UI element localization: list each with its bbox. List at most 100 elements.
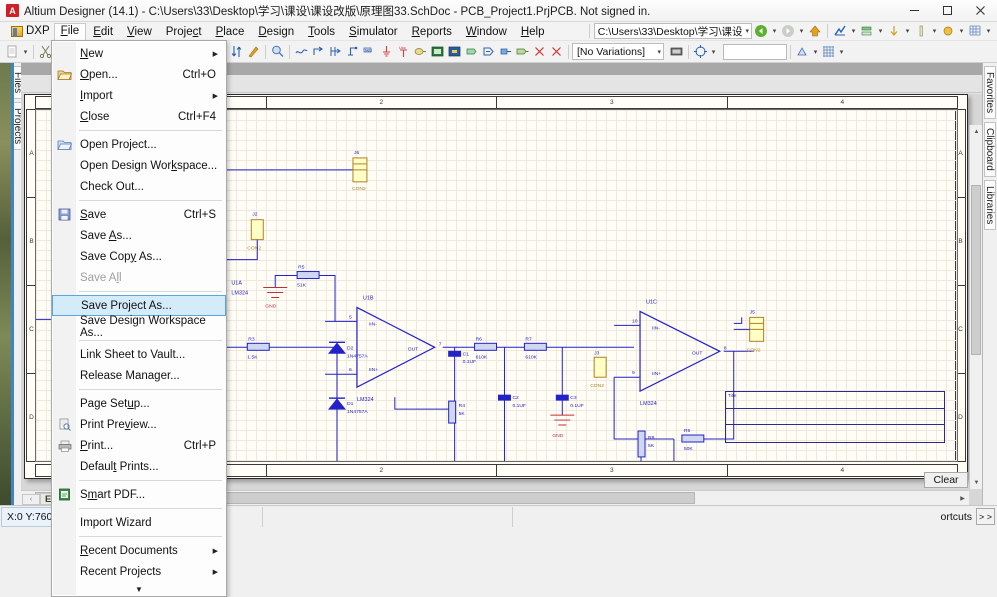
file-dropdown-menu[interactable]: New▶Open...Ctrl+OImport▶CloseCtrl+F4 Open…	[51, 40, 227, 597]
up-one-level-icon[interactable]	[807, 23, 823, 39]
menu-help[interactable]: Help	[514, 24, 552, 41]
vertical-scroll-thumb[interactable]	[971, 185, 981, 355]
right-tab-libraries[interactable]: Libraries	[984, 180, 996, 230]
place-wire-icon[interactable]	[293, 43, 310, 61]
menu-recent-documents[interactable]: Recent Documents▶	[52, 540, 226, 561]
no-erc-x-icon[interactable]	[531, 43, 548, 61]
scroll-up-icon[interactable]: ▲	[970, 125, 982, 138]
annotate-icon[interactable]	[245, 43, 262, 61]
grid-toggle-icon[interactable]	[820, 43, 837, 61]
place-gnd-icon[interactable]	[378, 43, 395, 61]
place-netlabel2-icon[interactable]: Net1	[361, 43, 378, 61]
project-path-combo[interactable]: C:\Users\33\Desktop\学习\课设 ▾	[594, 23, 752, 39]
menu-release-manager[interactable]: Release Manager...	[52, 365, 226, 386]
menu-reports[interactable]: Reports	[405, 24, 459, 41]
menu-import[interactable]: Import▶	[52, 85, 226, 106]
menu-tools[interactable]: Tools	[301, 24, 342, 41]
place-port-icon[interactable]	[463, 43, 480, 61]
menu-open[interactable]: Open...Ctrl+O	[52, 64, 226, 85]
chevron-down-icon[interactable]: ▾	[984, 23, 993, 39]
vertical-scrollbar[interactable]: ▲ ▼	[969, 125, 982, 489]
place-netlabel-icon[interactable]	[344, 43, 361, 61]
chevron-down-icon[interactable]: ▾	[811, 44, 820, 60]
menu-smart-pdf[interactable]: Smart PDF...	[52, 484, 226, 505]
search-input[interactable]	[723, 44, 787, 60]
menu-close[interactable]: CloseCtrl+F4	[52, 106, 226, 127]
forward-dropdown-icon[interactable]: ▾	[797, 23, 806, 39]
menu-print-preview[interactable]: Print Preview...	[52, 414, 226, 435]
scroll-right-icon[interactable]: ▶	[956, 492, 969, 505]
menu-scroll-down-icon[interactable]: ▼	[52, 582, 226, 596]
chevron-down-icon[interactable]: ▾	[21, 44, 30, 60]
chevron-down-icon[interactable]: ▾	[849, 23, 858, 39]
place-bus-entry-icon[interactable]	[327, 43, 344, 61]
menu-edit[interactable]: Edit	[86, 24, 120, 41]
place-device-sheet-icon[interactable]	[480, 43, 497, 61]
shortcuts-expand-button[interactable]: > >	[976, 508, 995, 525]
grid-icon[interactable]	[967, 23, 983, 39]
config-icon[interactable]	[794, 43, 811, 61]
forward-icon[interactable]	[780, 23, 796, 39]
menu-save-design-workspace-as[interactable]: Save Design Workspace As...	[52, 316, 226, 337]
variations-combo[interactable]: [No Variations] ▾	[572, 43, 664, 60]
menu-project[interactable]: Project	[159, 24, 209, 41]
chevron-down-icon[interactable]: ▾	[709, 44, 718, 60]
menu-save-copy-as[interactable]: Save Copy As...	[52, 246, 226, 267]
maximize-button[interactable]	[931, 0, 964, 22]
place-off-sheet-icon[interactable]	[514, 43, 531, 61]
ruler-icon[interactable]	[913, 23, 929, 39]
chevron-down-icon[interactable]: ▾	[745, 27, 749, 35]
new-document-icon[interactable]	[4, 43, 21, 61]
place-no-erc-icon[interactable]	[497, 43, 514, 61]
snap-icon[interactable]	[940, 23, 956, 39]
menu-default-prints[interactable]: Default Prints...	[52, 456, 226, 477]
right-tab-clipboard[interactable]: Clipboard	[984, 122, 996, 177]
menu-print[interactable]: Print...Ctrl+P	[52, 435, 226, 456]
right-tab-favorites[interactable]: Favorites	[984, 66, 996, 119]
no-erc-x2-icon[interactable]	[548, 43, 565, 61]
close-button[interactable]	[964, 0, 997, 22]
menu-import-wizard[interactable]: Import Wizard	[52, 512, 226, 533]
menu-save-as[interactable]: Save As...	[52, 225, 226, 246]
collapse-panel-button[interactable]: ‹	[22, 494, 40, 505]
menu-page-setup[interactable]: Page Setup...	[52, 393, 226, 414]
menu-save-project-as[interactable]: Save Project As...	[52, 295, 226, 316]
chevron-down-icon[interactable]: ▾	[657, 48, 661, 56]
back-dropdown-icon[interactable]: ▾	[770, 23, 779, 39]
scroll-down-icon[interactable]: ▼	[970, 476, 982, 489]
menu-window[interactable]: Window	[459, 24, 514, 41]
measure-icon[interactable]	[886, 23, 902, 39]
menu-link-sheet-to-vault[interactable]: Link Sheet to Vault...	[52, 344, 226, 365]
back-icon[interactable]	[753, 23, 769, 39]
chevron-down-icon[interactable]: ▾	[876, 23, 885, 39]
menu-recent-projects[interactable]: Recent Projects▶	[52, 561, 226, 582]
menu-open-project[interactable]: Open Project...	[52, 134, 226, 155]
place-sheet-entry-icon[interactable]	[446, 43, 463, 61]
chevron-down-icon[interactable]: ▾	[903, 23, 912, 39]
menu-check-out[interactable]: Check Out...	[52, 176, 226, 197]
menu-open-design-workspace[interactable]: Open Design Workspace...	[52, 155, 226, 176]
chevron-down-icon[interactable]: ▾	[930, 23, 939, 39]
menu-file[interactable]: File	[54, 23, 87, 41]
place-sheet-symbol-icon[interactable]	[429, 43, 446, 61]
menu-view[interactable]: View	[120, 24, 159, 41]
place-vcc-icon[interactable]: Ucc	[395, 43, 412, 61]
updown-icon[interactable]	[228, 43, 245, 61]
menu-new[interactable]: New▶	[52, 43, 226, 64]
clear-button[interactable]: Clear	[924, 472, 968, 488]
place-bus-icon[interactable]	[310, 43, 327, 61]
browse-icon[interactable]	[269, 43, 286, 61]
chevron-down-icon[interactable]: ▾	[957, 23, 966, 39]
variant-manager-icon[interactable]	[668, 43, 685, 61]
menu-design[interactable]: Design	[251, 24, 301, 41]
chevron-down-icon[interactable]: ▾	[837, 44, 846, 60]
zoom-area-icon[interactable]	[832, 23, 848, 39]
place-part-icon[interactable]	[412, 43, 429, 61]
minimize-button[interactable]	[898, 0, 931, 22]
dxp-button[interactable]: DXP	[7, 23, 54, 39]
menu-place[interactable]: Place	[209, 24, 252, 41]
cross-probe-icon[interactable]	[692, 43, 709, 61]
menu-simulator[interactable]: Simulator	[342, 24, 405, 41]
layer-stack-icon[interactable]	[859, 23, 875, 39]
menu-save[interactable]: SaveCtrl+S	[52, 204, 226, 225]
